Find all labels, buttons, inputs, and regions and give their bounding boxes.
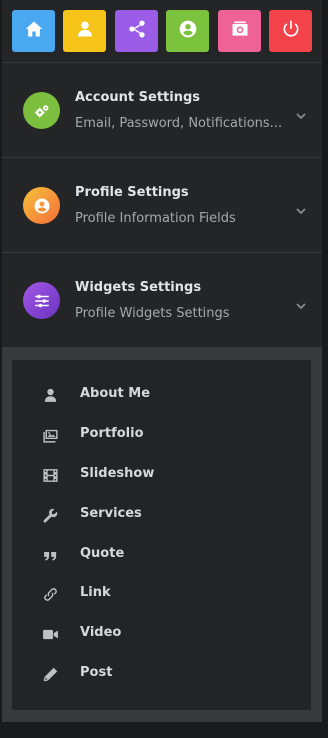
profile-button[interactable]: [166, 10, 209, 52]
submenu-item-label: Video: [80, 625, 122, 640]
widgets-settings-section[interactable]: Widgets Settings Profile Widgets Setting…: [2, 253, 322, 348]
submenu-item-quote[interactable]: Quote: [12, 539, 311, 571]
power-button[interactable]: [269, 10, 312, 52]
settings-panel: Account Settings Email, Password, Notifi…: [2, 0, 322, 722]
pencil-icon: [42, 666, 59, 683]
account-settings-title: Account Settings: [75, 90, 201, 105]
widgets-settings-title: Widgets Settings: [75, 280, 202, 295]
user-button[interactable]: [63, 10, 106, 52]
power-icon: [281, 19, 301, 43]
camera-icon: [230, 19, 250, 43]
quote-icon: [42, 547, 59, 564]
user-circle-icon: [23, 187, 60, 224]
top-toolbar: [2, 0, 322, 63]
film-icon: [42, 467, 59, 484]
images-icon: [42, 427, 59, 444]
user-icon: [42, 387, 59, 404]
submenu-item-portfolio[interactable]: Portfolio: [12, 419, 311, 451]
submenu-item-slideshow[interactable]: Slideshow: [12, 459, 311, 491]
chevron-down-icon[interactable]: [295, 297, 307, 310]
submenu-item-label: Slideshow: [80, 466, 155, 481]
profile-settings-title: Profile Settings: [75, 185, 189, 200]
link-icon: [42, 586, 59, 603]
submenu-item-label: Portfolio: [80, 426, 144, 441]
submenu-item-label: Post: [80, 665, 113, 680]
home-icon: [24, 19, 44, 43]
submenu-item-label: About Me: [80, 386, 151, 401]
sliders-icon: [23, 282, 60, 319]
submenu-item-label: Services: [80, 506, 142, 521]
share-icon: [127, 19, 147, 43]
submenu-item-video[interactable]: Video: [12, 618, 311, 650]
chevron-down-icon[interactable]: [295, 202, 307, 215]
submenu-item-label: Link: [80, 585, 111, 600]
widgets-settings-subtitle: Profile Widgets Settings: [75, 306, 230, 321]
profile-settings-subtitle: Profile Information Fields: [75, 211, 236, 226]
account-settings-section[interactable]: Account Settings Email, Password, Notifi…: [2, 63, 322, 158]
wrench-icon: [42, 507, 59, 524]
camera-button[interactable]: [218, 10, 261, 52]
widgets-submenu: About Me Portfolio Slideshow Services Qu…: [12, 360, 311, 710]
chevron-down-icon[interactable]: [295, 107, 307, 120]
submenu-item-label: Quote: [80, 546, 125, 561]
profile-settings-section[interactable]: Profile Settings Profile Information Fie…: [2, 158, 322, 253]
submenu-item-about-me[interactable]: About Me: [12, 379, 311, 411]
user-icon: [75, 19, 95, 43]
share-button[interactable]: [115, 10, 158, 52]
submenu-item-post[interactable]: Post: [12, 658, 311, 690]
video-icon: [42, 626, 59, 643]
submenu-item-services[interactable]: Services: [12, 499, 311, 531]
widgets-submenu-wrapper: About Me Portfolio Slideshow Services Qu…: [2, 348, 322, 722]
account-settings-subtitle: Email, Password, Notifications...: [75, 116, 281, 131]
submenu-item-link[interactable]: Link: [12, 578, 311, 610]
home-button[interactable]: [12, 10, 55, 52]
cogs-icon: [23, 92, 60, 129]
user-circle-icon: [178, 19, 198, 43]
